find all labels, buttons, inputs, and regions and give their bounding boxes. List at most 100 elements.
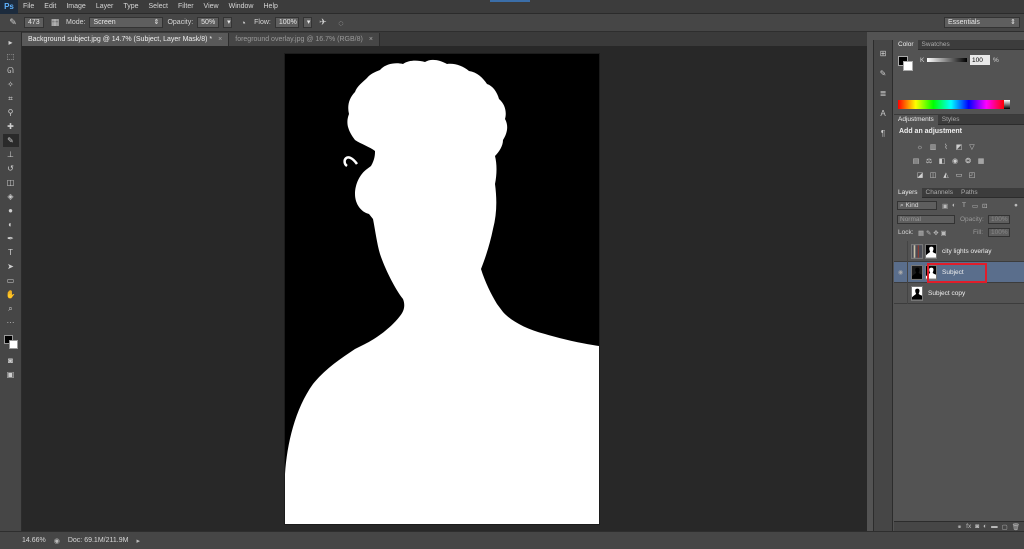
grayscale-ramp[interactable] xyxy=(1004,100,1010,109)
new-group-icon[interactable]: ▬ xyxy=(991,523,998,530)
menu-edit[interactable]: Edit xyxy=(39,3,61,10)
healing-brush-tool-icon[interactable]: ✚ xyxy=(3,120,19,133)
menu-window[interactable]: Window xyxy=(224,3,259,10)
tab-layers[interactable]: Layers xyxy=(894,187,922,198)
curves-icon[interactable]: ⌇ xyxy=(942,143,950,151)
brush-tool-icon[interactable]: ✎ xyxy=(2,134,19,147)
blend-mode-select[interactable]: Normal xyxy=(897,215,955,224)
menu-filter[interactable]: Filter xyxy=(173,3,199,10)
more-tools-icon[interactable]: ··· xyxy=(3,316,19,329)
k-slider[interactable] xyxy=(927,58,967,62)
dodge-tool-icon[interactable]: ◐ xyxy=(3,218,19,231)
tab-foreground-overlay[interactable]: foreground overlay.jpg @ 16.7% (RGB/8) × xyxy=(229,33,380,46)
tab-styles[interactable]: Styles xyxy=(938,115,964,125)
pressure-size-icon[interactable]: ◌ xyxy=(334,16,348,30)
quick-select-tool-icon[interactable]: ✧ xyxy=(3,78,19,91)
clone-stamp-tool-icon[interactable]: ⊥ xyxy=(3,148,19,161)
tab-swatches[interactable]: Swatches xyxy=(918,40,954,50)
quick-mask-icon[interactable]: ◙ xyxy=(3,354,19,367)
type-tool-icon[interactable]: T xyxy=(3,246,19,259)
layer-filter-kind[interactable]: ⌕ Kind xyxy=(897,201,937,210)
history-brush-tool-icon[interactable]: ↺ xyxy=(3,162,19,175)
history-panel-icon[interactable]: ⊞ xyxy=(876,46,890,60)
panel-background-swatch[interactable] xyxy=(903,61,913,71)
exposure-icon[interactable]: ◩ xyxy=(955,143,963,151)
add-mask-icon[interactable]: ◙ xyxy=(975,523,979,530)
blur-tool-icon[interactable]: ● xyxy=(3,204,19,217)
zoom-level[interactable]: 14.66% xyxy=(22,537,46,544)
menu-image[interactable]: Image xyxy=(61,3,90,10)
photo-filter-icon[interactable]: ◉ xyxy=(951,157,959,165)
brightness-contrast-icon[interactable]: ☼ xyxy=(916,143,924,151)
eye-icon[interactable]: ◉ xyxy=(894,261,908,283)
invert-icon[interactable]: ◪ xyxy=(916,171,924,179)
character-panel-icon[interactable]: A xyxy=(876,106,890,120)
layer-style-icon[interactable]: fx xyxy=(966,523,971,530)
tab-channels[interactable]: Channels xyxy=(922,188,957,198)
menu-file[interactable]: File xyxy=(18,3,39,10)
flow-dropdown[interactable]: ▾ xyxy=(302,17,312,28)
paragraph-panel-icon[interactable]: ¶ xyxy=(876,126,890,140)
background-color-swatch[interactable] xyxy=(8,340,18,349)
tab-background-subject[interactable]: Background subject.jpg @ 14.7% (Subject,… xyxy=(22,33,230,46)
menu-type[interactable]: Type xyxy=(118,3,143,10)
hand-tool-icon[interactable]: ✋ xyxy=(3,288,19,301)
pressure-opacity-icon[interactable]: ◔ xyxy=(236,16,250,30)
lasso-tool-icon[interactable]: ᘏ xyxy=(3,64,19,77)
eyedropper-tool-icon[interactable]: ⚲ xyxy=(3,106,19,119)
trash-icon[interactable]: 🗑 xyxy=(1012,523,1020,531)
menu-view[interactable]: View xyxy=(199,3,224,10)
close-icon[interactable]: × xyxy=(218,36,222,43)
color-lookup-icon[interactable]: ▦ xyxy=(977,157,985,165)
eraser-tool-icon[interactable]: ◫ xyxy=(3,176,19,189)
airbrush-icon[interactable]: ✈ xyxy=(316,16,330,30)
status-menu-icon[interactable]: ◉ xyxy=(54,537,60,545)
posterize-icon[interactable]: ◫ xyxy=(929,171,937,179)
close-icon[interactable]: × xyxy=(369,36,373,43)
shape-tool-icon[interactable]: ▭ xyxy=(3,274,19,287)
flow-field[interactable]: 100% xyxy=(274,17,299,28)
mode-select[interactable]: Screen ⇕ xyxy=(89,17,164,28)
move-tool-icon[interactable]: ▸ xyxy=(3,36,19,49)
visibility-toggle[interactable] xyxy=(894,240,908,262)
pixel-filter-icon[interactable]: ▣ xyxy=(942,202,948,210)
selective-color-icon[interactable]: ◰ xyxy=(968,171,976,179)
link-layers-icon[interactable]: ⚭ xyxy=(957,523,962,531)
workspace-select[interactable]: Essentials ⇕ xyxy=(944,17,1020,28)
brush-panel-icon[interactable]: ▦ xyxy=(48,16,62,30)
actions-panel-icon[interactable]: ≣ xyxy=(876,86,890,100)
smart-object-filter-icon[interactable]: ⊡ xyxy=(982,202,987,210)
filter-toggle-icon[interactable]: ● xyxy=(1014,202,1018,209)
tab-adjustments[interactable]: Adjustments xyxy=(894,114,938,125)
brush-presets-icon[interactable]: ✎ xyxy=(876,66,890,80)
channel-mixer-icon[interactable]: ❂ xyxy=(964,157,972,165)
menu-layer[interactable]: Layer xyxy=(91,3,119,10)
shape-filter-icon[interactable]: ▭ xyxy=(972,202,978,210)
new-adjustment-layer-icon[interactable]: ◐ xyxy=(983,523,987,530)
lock-icons[interactable]: ▦ ✎ ✥ ▣ xyxy=(918,229,947,237)
paint-bucket-tool-icon[interactable]: ◈ xyxy=(3,190,19,203)
gradient-map-icon[interactable]: ▭ xyxy=(955,171,963,179)
status-arrow-icon[interactable]: ▸ xyxy=(136,537,140,545)
black-white-icon[interactable]: ◧ xyxy=(938,157,946,165)
brush-tool-icon[interactable]: ✎ xyxy=(6,16,20,30)
visibility-toggle[interactable] xyxy=(894,282,908,304)
hue-saturation-icon[interactable]: ▤ xyxy=(912,157,920,165)
brush-size-picker[interactable]: 473 xyxy=(24,17,44,28)
tab-paths[interactable]: Paths xyxy=(957,188,982,198)
layer-row-subject-copy[interactable]: Subject copy xyxy=(894,282,1024,304)
canvas-area[interactable] xyxy=(22,46,867,531)
tab-color[interactable]: Color xyxy=(894,39,918,50)
levels-icon[interactable]: ▥ xyxy=(929,143,937,151)
threshold-icon[interactable]: ◭ xyxy=(942,171,950,179)
color-swatches[interactable] xyxy=(3,334,19,350)
fill-field[interactable]: 100% xyxy=(988,228,1010,237)
marquee-tool-icon[interactable]: ⬚ xyxy=(3,50,19,63)
pen-tool-icon[interactable]: ✒ xyxy=(3,232,19,245)
opacity-dropdown[interactable]: ▾ xyxy=(223,17,233,28)
zoom-tool-icon[interactable]: ⌕ xyxy=(3,302,19,315)
layer-opacity-field[interactable]: 100% xyxy=(988,215,1010,224)
menu-select[interactable]: Select xyxy=(144,3,173,10)
path-select-tool-icon[interactable]: ➤ xyxy=(3,260,19,273)
document-canvas[interactable] xyxy=(285,54,599,524)
